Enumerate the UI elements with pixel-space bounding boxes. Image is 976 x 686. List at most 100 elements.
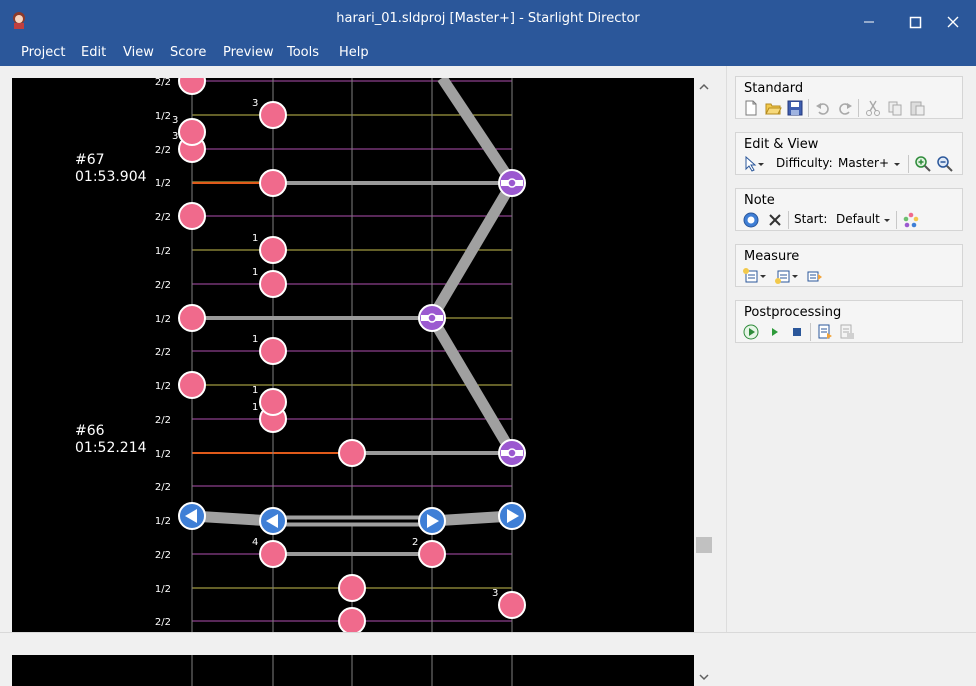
flick-left-note[interactable]: [259, 507, 287, 535]
measure-settings-icon[interactable]: [806, 267, 824, 285]
export-icon[interactable]: [816, 323, 834, 341]
tap-note[interactable]: [259, 169, 287, 197]
cut-icon[interactable]: [864, 99, 882, 117]
play-preview-icon[interactable]: [742, 323, 760, 341]
beat-label: 2/2: [155, 550, 171, 561]
tap-note[interactable]: [259, 270, 287, 298]
difficulty-label: Difficulty:: [776, 156, 833, 170]
group-note: Note Start: Default: [735, 188, 963, 231]
group-title: Edit & View: [744, 137, 819, 152]
beat-label: 2/2: [155, 617, 171, 628]
chevron-down-icon[interactable]: [790, 267, 800, 285]
export-disabled-icon[interactable]: [838, 323, 856, 341]
tap-note[interactable]: [178, 304, 206, 332]
menu-bar: Project Edit View Score Preview Tools He…: [0, 40, 976, 66]
beat-label: 1/2: [155, 381, 171, 392]
chevron-down-icon[interactable]: [892, 155, 902, 173]
flick-right-note[interactable]: [498, 502, 526, 530]
group-postprocessing: Postprocessing: [735, 300, 963, 343]
measure-time: 01:52.214: [75, 440, 147, 456]
note-number: 1: [252, 267, 258, 278]
tap-note[interactable]: [259, 388, 287, 416]
tap-note[interactable]: [338, 607, 366, 635]
start-select[interactable]: Default: [836, 212, 880, 226]
tap-note[interactable]: [178, 202, 206, 230]
vertical-scrollbar[interactable]: [694, 78, 714, 686]
tap-note[interactable]: [178, 371, 206, 399]
open-folder-icon[interactable]: [764, 99, 782, 117]
note-number: 1: [252, 402, 258, 413]
tap-note[interactable]: [259, 236, 287, 264]
zoom-in-icon[interactable]: [914, 155, 932, 173]
window-title: harari_01.sldproj [Master+] - Starlight …: [336, 11, 640, 26]
zoom-out-icon[interactable]: [936, 155, 954, 173]
beat-label: 1/2: [155, 584, 171, 595]
tap-note[interactable]: [498, 591, 526, 619]
menu-edit[interactable]: Edit: [81, 45, 106, 60]
title-bar: harari_01.sldproj [Master+] - Starlight …: [0, 0, 976, 40]
beat-label: 2/2: [155, 78, 171, 88]
measure-number: #66: [75, 423, 105, 439]
flick-left-note[interactable]: [178, 502, 206, 530]
copy-icon[interactable]: [886, 99, 904, 117]
chevron-down-icon[interactable]: [882, 211, 892, 229]
difficulty-select[interactable]: Master+: [838, 156, 889, 170]
note-mode-icon[interactable]: [742, 211, 760, 229]
flick-right-note[interactable]: [418, 507, 446, 535]
start-label: Start:: [794, 212, 828, 226]
scroll-down-icon[interactable]: [694, 668, 714, 686]
delete-note-icon[interactable]: [766, 211, 784, 229]
tap-note[interactable]: [418, 540, 446, 568]
tap-note[interactable]: [338, 439, 366, 467]
beat-label: 1/2: [155, 246, 171, 257]
menu-project[interactable]: Project: [21, 45, 65, 60]
tap-note[interactable]: [259, 101, 287, 129]
tap-note[interactable]: [178, 118, 206, 146]
slide-note[interactable]: [498, 169, 526, 197]
paste-icon[interactable]: [908, 99, 926, 117]
note-number: 3: [172, 115, 178, 126]
note-number: 1: [252, 334, 258, 345]
stop-icon[interactable]: [788, 323, 806, 341]
minimize-button[interactable]: [846, 0, 892, 40]
chevron-down-icon[interactable]: [758, 267, 768, 285]
measure-time: 01:53.904: [75, 169, 147, 185]
beat-label: 2/2: [155, 280, 171, 291]
group-edit-view: Edit & View Difficulty: Master+: [735, 132, 963, 175]
note-number: 1: [252, 385, 258, 396]
group-measure: Measure: [735, 244, 963, 287]
menu-preview[interactable]: Preview: [223, 45, 274, 60]
scroll-up-icon[interactable]: [694, 78, 714, 96]
beat-label: 2/2: [155, 482, 171, 493]
menu-help[interactable]: Help: [339, 45, 369, 60]
note-number: 3: [492, 588, 498, 599]
undo-icon[interactable]: [814, 99, 832, 117]
redo-icon[interactable]: [836, 99, 854, 117]
group-standard: Standard: [735, 76, 963, 119]
tap-note[interactable]: [338, 574, 366, 602]
beat-label: 1/2: [155, 449, 171, 460]
score-canvas[interactable]: 2/2 1/2 2/2 1/2 2/2 1/2 2/2 1/2 2/2 1/2 …: [12, 78, 694, 686]
close-button[interactable]: [930, 0, 976, 40]
menu-score[interactable]: Score: [170, 45, 206, 60]
scroll-thumb[interactable]: [696, 537, 712, 553]
beat-label: 2/2: [155, 415, 171, 426]
slide-note[interactable]: [498, 439, 526, 467]
chevron-down-icon[interactable]: [756, 155, 766, 173]
slide-note[interactable]: [418, 304, 446, 332]
menu-view[interactable]: View: [123, 45, 154, 60]
note-number: 2: [412, 537, 418, 548]
note-number: 4: [252, 537, 258, 548]
beat-label: 1/2: [155, 516, 171, 527]
tap-note[interactable]: [259, 337, 287, 365]
measure-number: #67: [75, 152, 105, 168]
new-file-icon[interactable]: [742, 99, 760, 117]
play-icon[interactable]: [766, 323, 784, 341]
group-title: Standard: [744, 81, 804, 96]
save-icon[interactable]: [786, 99, 804, 117]
color-palette-icon[interactable]: [902, 211, 920, 229]
tap-note[interactable]: [178, 78, 206, 95]
tap-note[interactable]: [259, 540, 287, 568]
beat-label: 1/2: [155, 111, 171, 122]
menu-tools[interactable]: Tools: [287, 45, 319, 60]
